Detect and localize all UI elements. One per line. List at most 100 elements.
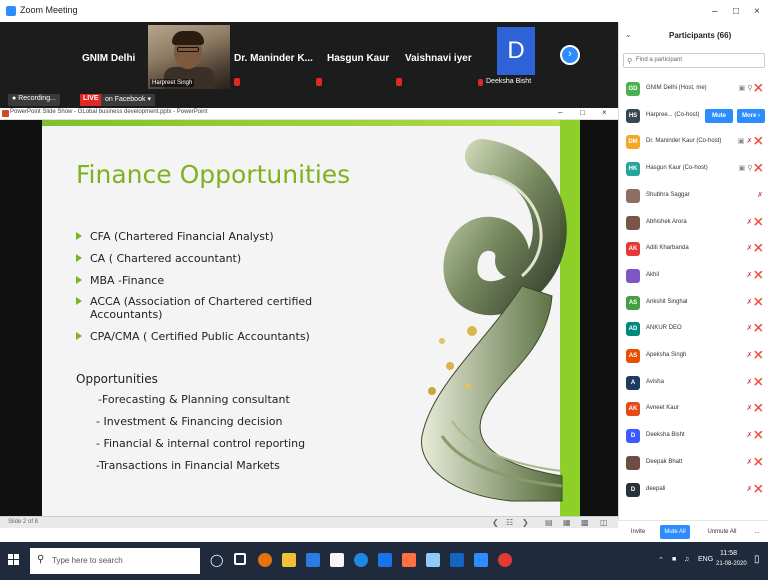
- edge-icon[interactable]: [354, 553, 368, 567]
- file-explorer-icon[interactable]: [282, 553, 296, 567]
- mic-muted-icon: ✗: [746, 352, 753, 359]
- invite-button[interactable]: Invite: [626, 525, 650, 539]
- participant-row[interactable]: Deepak Bhatt ✗ ❌: [619, 450, 768, 476]
- store-icon[interactable]: [330, 553, 344, 567]
- avatar: DM: [626, 135, 640, 150]
- participant-row[interactable]: Ddeepali ✗ ❌: [619, 477, 768, 503]
- participant-row[interactable]: Abhishek Arora ✗ ❌: [619, 210, 768, 236]
- more-participant-button[interactable]: More ›: [737, 108, 765, 123]
- system-tray: ⌃ ■ ♫ ENG 11:58 21-08-2020 ▯: [628, 542, 768, 580]
- participant-status-icons: ✗ ❌: [746, 404, 763, 412]
- cortana-icon[interactable]: ◯: [210, 553, 224, 567]
- avatar: HS: [626, 108, 640, 123]
- close-icon[interactable]: ×: [602, 108, 607, 117]
- close-icon[interactable]: ×: [754, 6, 760, 17]
- participant-name: Deeksha Bisht: [646, 432, 685, 439]
- previous-slide-button[interactable]: ❮: [492, 518, 499, 527]
- participant-row[interactable]: AD ANKUR DEO ✗ ❌: [619, 316, 768, 342]
- taskbar-search-input[interactable]: ⚲ Type here to search: [30, 548, 200, 574]
- word-icon[interactable]: [450, 553, 464, 567]
- avatar: [626, 188, 640, 203]
- mic-muted-icon: ✗: [746, 138, 753, 146]
- participant-status-icons: ▣ ⚲ ❌: [739, 164, 763, 172]
- video-tile-name[interactable]: Dr. Maninder K...: [234, 53, 313, 64]
- participant-row[interactable]: HS Harpree... (Co-host) Mute More ›: [619, 102, 768, 129]
- video-tile-name[interactable]: Vaishnavi iyer: [405, 53, 472, 64]
- chevron-down-icon[interactable]: ⌄: [625, 30, 632, 39]
- next-slide-button[interactable]: ❯: [522, 518, 529, 527]
- mail-icon[interactable]: [306, 553, 320, 567]
- slideshow-statusbar: Slide 2 of 8 ❮ ☷ ❯ ▤ ▦ ▩ ◫: [0, 516, 618, 528]
- app-icon[interactable]: [426, 553, 440, 567]
- app-icon[interactable]: [402, 553, 416, 567]
- mic-muted-icon: ✗: [746, 458, 753, 466]
- more-options-button[interactable]: ...: [752, 525, 762, 539]
- participant-name: Avneet Kaur: [646, 405, 679, 412]
- participant-row[interactable]: DM Dr. Maninder Kaur (Co-host) ▣ ✗ ❌: [619, 129, 768, 155]
- video-tile-name[interactable]: GNIM Delhi: [82, 53, 135, 64]
- windows-start-icon[interactable]: [8, 554, 20, 566]
- task-view-icon[interactable]: [234, 553, 246, 565]
- participant-row[interactable]: AK Avneet Kaur ✗ ❌: [619, 396, 768, 422]
- avatar: GD: [626, 82, 640, 96]
- video-tile-name[interactable]: Hasgun Kaur: [327, 53, 389, 64]
- screen-share-icon: ▣: [738, 165, 746, 173]
- app-icon[interactable]: [498, 553, 512, 567]
- maximize-icon[interactable]: □: [580, 108, 585, 117]
- presenter-view-icon[interactable]: ◫: [600, 518, 608, 527]
- mic-muted-icon: ✗: [746, 245, 753, 253]
- slide-indicator: Slide 2 of 8: [8, 519, 39, 525]
- unmute-all-button[interactable]: Unmute All: [704, 525, 740, 539]
- participant-row[interactable]: GD GNIM Delhi (Host, me) ▣ ⚲ ❌: [619, 76, 768, 102]
- live-on-facebook-menu[interactable]: on Facebook ▾: [101, 94, 155, 106]
- language-indicator[interactable]: ENG: [698, 556, 713, 563]
- participant-status-icons: ✗ ❌: [746, 218, 763, 226]
- participant-name: Akhil: [646, 271, 660, 278]
- app-icon[interactable]: [378, 553, 392, 567]
- next-page-button[interactable]: ›: [560, 45, 580, 65]
- video-off-icon: ❌: [754, 138, 763, 146]
- zoom-app-icon[interactable]: [474, 553, 488, 567]
- live-badge[interactable]: LIVE: [80, 94, 102, 106]
- mic-muted-icon: ✗: [757, 191, 763, 199]
- video-feed-harpreet[interactable]: Harpreet Singh: [148, 25, 230, 89]
- volume-icon[interactable]: ♫: [684, 556, 689, 563]
- reading-view-icon[interactable]: ▩: [581, 518, 589, 527]
- avatar[interactable]: D: [497, 27, 535, 75]
- minimize-icon[interactable]: –: [558, 108, 562, 117]
- tray-chevron-icon[interactable]: ⌃: [658, 556, 664, 564]
- clock-time[interactable]: 11:58: [720, 550, 737, 557]
- mute-all-button[interactable]: Mute All: [660, 525, 690, 539]
- avatar: D: [626, 482, 640, 497]
- mic-icon: ⚲: [747, 85, 753, 92]
- recording-indicator[interactable]: ● Recording...: [8, 94, 60, 106]
- participant-row[interactable]: AS Ankshit Singhal ✗ ❌: [619, 290, 768, 316]
- chrome-icon[interactable]: [258, 553, 272, 567]
- money-swirl-illustration: [421, 139, 567, 502]
- notification-icon[interactable]: ▯: [754, 554, 760, 565]
- participant-search-input[interactable]: ⚲ Find a participant: [623, 53, 765, 68]
- network-icon[interactable]: ■: [672, 556, 676, 563]
- slides-grid-icon[interactable]: ☷: [506, 518, 513, 527]
- participant-row[interactable]: AS Apeksha Singh ✗ ❌: [619, 343, 768, 369]
- ppt-window-title: PowerPoint Slide Show - GLobal business …: [10, 109, 208, 115]
- clock-date[interactable]: 21-08-2020: [716, 561, 747, 567]
- participant-row[interactable]: AK Aditi Kharbanda ✗ ❌: [619, 236, 768, 262]
- participant-row[interactable]: D Deeksha Bisht ✗ ❌: [619, 423, 768, 449]
- participant-row[interactable]: HK Hasgun Kaur (Co-host) ▣ ⚲ ❌: [619, 156, 768, 182]
- zoom-logo-icon: [6, 6, 16, 16]
- minimize-icon[interactable]: –: [712, 6, 718, 17]
- participant-row[interactable]: Akhil ✗ ❌: [619, 263, 768, 289]
- chevron-right-icon: ›: [568, 48, 572, 60]
- video-off-icon: ❌: [754, 378, 763, 386]
- normal-view-icon[interactable]: ▤: [545, 518, 553, 527]
- mute-participant-button[interactable]: Mute: [705, 108, 733, 123]
- mic-muted-icon: ✗: [746, 271, 753, 279]
- mic-muted-icon: [316, 78, 322, 86]
- maximize-icon[interactable]: □: [733, 6, 739, 17]
- video-off-icon: ❌: [754, 432, 763, 440]
- slide-sorter-icon[interactable]: ▦: [563, 518, 571, 527]
- participant-row[interactable]: Shubhra Saggar ✗: [619, 183, 768, 209]
- participant-row[interactable]: A Avisha ✗ ❌: [619, 370, 768, 396]
- ppt-titlebar: PowerPoint Slide Show - GLobal business …: [0, 108, 618, 120]
